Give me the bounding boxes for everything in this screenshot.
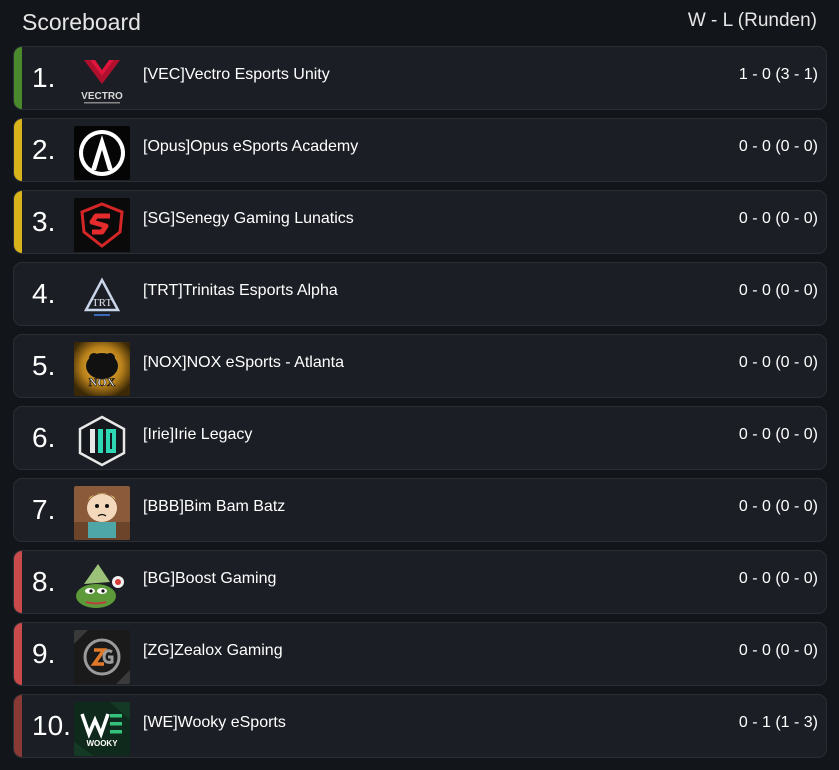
rank-number: 4. — [32, 278, 56, 309]
team-score: 0 - 1 (1 - 3) — [738, 714, 818, 731]
team-score: 0 - 0 (0 - 0) — [738, 426, 818, 443]
rank-number: 8. — [32, 566, 56, 597]
table-row[interactable]: 2. [Opus]Opus eSports Academy 0 - 0 (0 -… — [13, 118, 827, 182]
scoreboard: Scoreboard W - L (Runden) 1. VECTRO [VEC… — [0, 0, 839, 770]
senegy-logo-icon — [74, 198, 130, 252]
status-stripe — [14, 191, 22, 253]
team-name[interactable]: [BG]Boost Gaming — [143, 570, 276, 588]
status-stripe — [14, 407, 22, 469]
status-stripe — [14, 335, 22, 397]
team-name[interactable]: [ZG]Zealox Gaming — [143, 642, 283, 660]
rank-number: 9. — [32, 638, 56, 669]
table-row[interactable]: 1. VECTRO [VEC]Vectro Esports Unity 1 - … — [13, 46, 827, 110]
trinitas-logo-icon: TRT — [74, 270, 130, 324]
status-stripe — [14, 695, 22, 757]
rank-number: 1. — [32, 62, 56, 93]
status-stripe — [14, 551, 22, 613]
team-name[interactable]: [NOX]NOX eSports - Atlanta — [143, 354, 344, 372]
rank-number: 3. — [32, 206, 56, 237]
svg-text:TRT: TRT — [92, 297, 112, 309]
status-stripe — [14, 119, 22, 181]
team-name[interactable]: [BBB]Bim Bam Batz — [143, 498, 285, 516]
status-stripe — [14, 623, 22, 685]
rank-number: 10. — [32, 710, 71, 741]
team-score: 0 - 0 (0 - 0) — [738, 282, 818, 299]
team-name[interactable]: [SG]Senegy Gaming Lunatics — [143, 210, 354, 228]
table-row[interactable]: 10. WOOKY [WE]Wooky eSports 0 - 1 (1 - 3… — [13, 694, 827, 758]
table-row[interactable]: 9. [ZG]Zealox Gaming 0 - 0 (0 - 0) — [13, 622, 827, 686]
standings-list: 1. VECTRO [VEC]Vectro Esports Unity 1 - … — [13, 46, 827, 766]
wooky-logo-icon: WOOKY — [74, 702, 130, 756]
rank-number: 6. — [32, 422, 56, 453]
column-header-wl: W - L (Runden) — [687, 10, 817, 31]
team-name[interactable]: [Irie]Irie Legacy — [143, 426, 252, 444]
team-name[interactable]: [TRT]Trinitas Esports Alpha — [143, 282, 338, 300]
team-score: 0 - 0 (0 - 0) — [738, 138, 818, 155]
team-score: 0 - 0 (0 - 0) — [738, 354, 818, 371]
nox-logo-icon: NOX — [74, 342, 130, 396]
team-score: 0 - 0 (0 - 0) — [738, 570, 818, 587]
svg-text:NOX: NOX — [89, 375, 116, 389]
status-stripe — [14, 263, 22, 325]
table-row[interactable]: 3. [SG]Senegy Gaming Lunatics 0 - 0 (0 -… — [13, 190, 827, 254]
frog-logo-icon — [74, 558, 130, 612]
irie-logo-icon — [74, 414, 130, 468]
team-score: 0 - 0 (0 - 0) — [738, 498, 818, 515]
status-stripe — [14, 47, 22, 109]
scoreboard-header: Scoreboard W - L (Runden) — [0, 0, 839, 46]
rank-number: 2. — [32, 134, 56, 165]
opus-logo-icon — [74, 126, 130, 180]
team-name[interactable]: [Opus]Opus eSports Academy — [143, 138, 358, 156]
team-name[interactable]: [WE]Wooky eSports — [143, 714, 286, 732]
zealox-logo-icon — [74, 630, 130, 684]
rank-number: 5. — [32, 350, 56, 381]
team-score: 0 - 0 (0 - 0) — [738, 210, 818, 227]
table-row[interactable]: 8. [BG]Boost Gaming 0 - 0 (0 - 0) — [13, 550, 827, 614]
team-score: 0 - 0 (0 - 0) — [738, 642, 818, 659]
page-title: Scoreboard — [22, 9, 141, 35]
team-score: 1 - 0 (3 - 1) — [738, 66, 818, 83]
cartoon-character-logo-icon — [74, 486, 130, 540]
rank-number: 7. — [32, 494, 56, 525]
svg-text:WOOKY: WOOKY — [86, 739, 118, 748]
table-row[interactable]: 5. NOX [NOX]NOX eSports - Atlanta 0 - 0 … — [13, 334, 827, 398]
svg-text:VECTRO: VECTRO — [81, 91, 123, 102]
table-row[interactable]: 7. [BBB]Bim Bam Batz 0 - 0 (0 - 0) — [13, 478, 827, 542]
table-row[interactable]: 6. [Irie]Irie Legacy 0 - 0 (0 - 0) — [13, 406, 827, 470]
team-name[interactable]: [VEC]Vectro Esports Unity — [143, 66, 330, 84]
status-stripe — [14, 479, 22, 541]
table-row[interactable]: 4. TRT [TRT]Trinitas Esports Alpha 0 - 0… — [13, 262, 827, 326]
vectro-logo-icon: VECTRO — [74, 54, 130, 108]
